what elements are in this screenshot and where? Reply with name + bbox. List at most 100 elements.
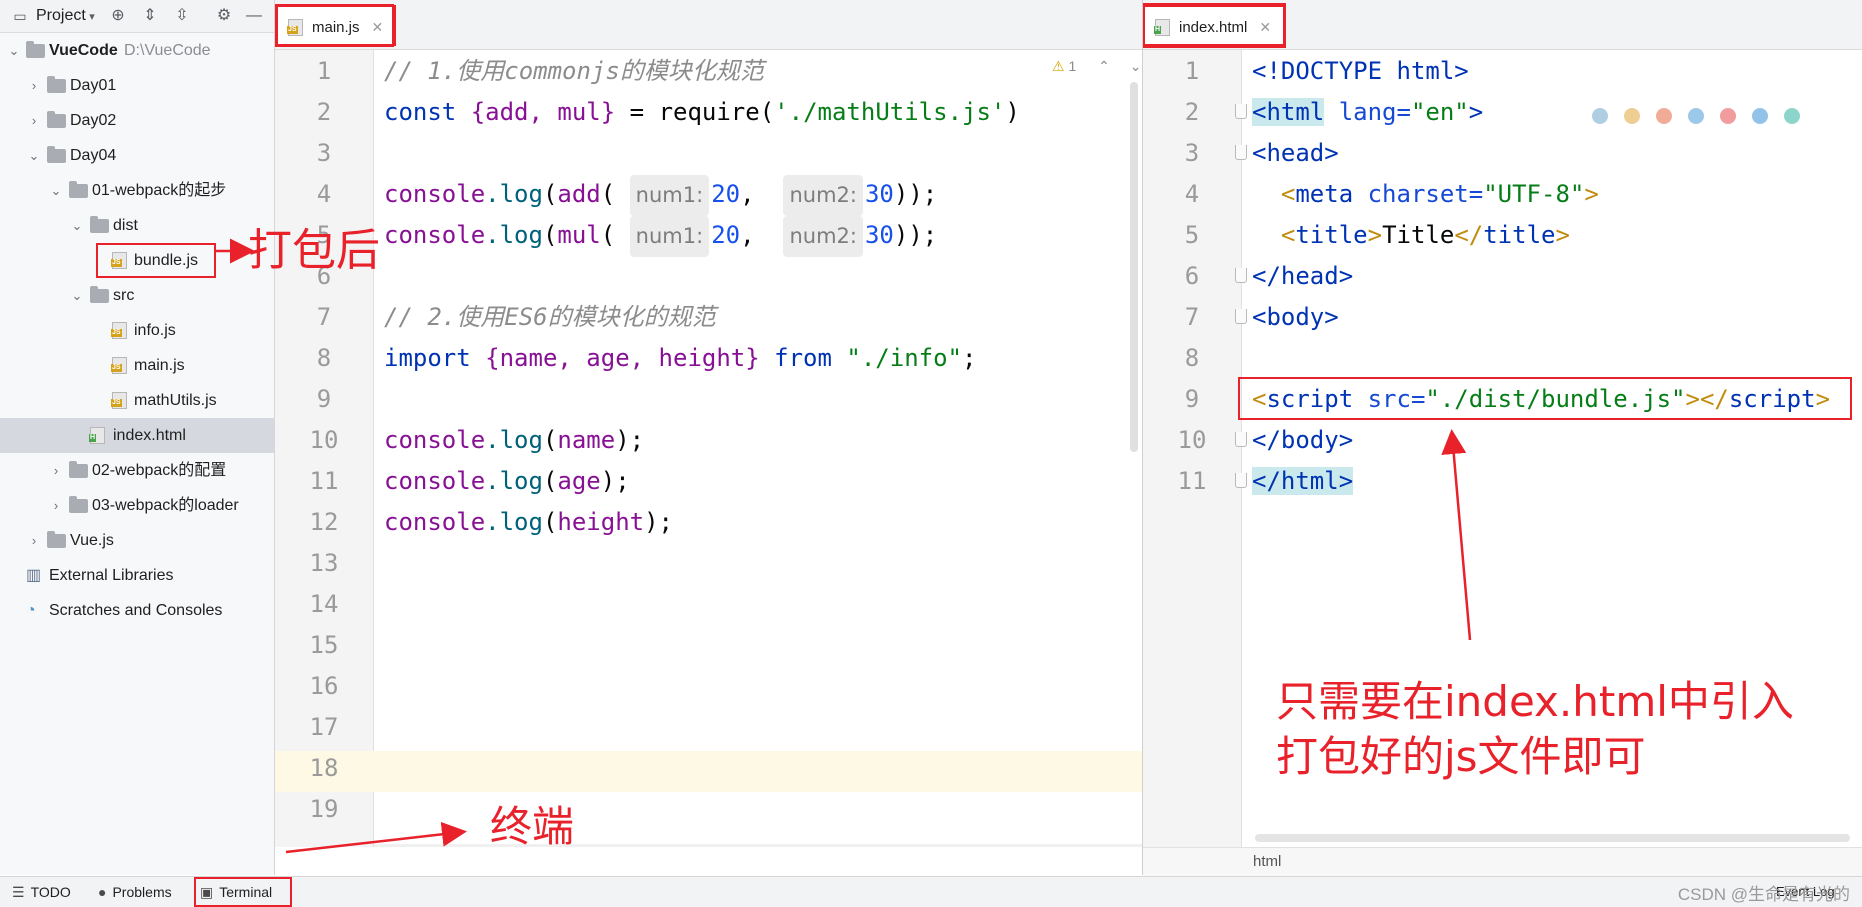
line-number: 2 bbox=[1184, 98, 1200, 126]
line-number: 11 bbox=[1177, 467, 1207, 495]
line-number: 9 bbox=[1184, 385, 1200, 413]
tree-item-webpack-config[interactable]: › 02-webpack的配置 bbox=[0, 453, 274, 488]
chevron-down-icon[interactable]: ⌄ bbox=[70, 278, 84, 313]
chevron-right-icon[interactable]: › bbox=[27, 68, 41, 103]
terminal-tool-button[interactable]: ▣ Terminal bbox=[194, 877, 292, 907]
tree-item-label: 02-webpack的配置 bbox=[92, 462, 227, 479]
line-number: 13 bbox=[309, 549, 339, 577]
tree-item-label: Day01 bbox=[70, 77, 117, 94]
html-line-2: <html lang="en"> bbox=[1252, 98, 1484, 126]
tree-item-index-html[interactable]: H index.html bbox=[0, 418, 274, 453]
project-view-icon[interactable]: ▭ bbox=[10, 6, 30, 26]
line-number: 4 bbox=[1184, 180, 1200, 208]
line-number: 7 bbox=[316, 303, 332, 331]
chrome-icon[interactable] bbox=[1624, 108, 1640, 124]
opera-icon[interactable] bbox=[1720, 108, 1736, 124]
horizontal-scrollbar[interactable] bbox=[1255, 834, 1850, 842]
fold-marker-icon[interactable] bbox=[1235, 473, 1247, 488]
chevron-right-icon[interactable]: › bbox=[27, 103, 41, 138]
code-line-8: import {name, age, height} from "./info"… bbox=[384, 344, 977, 372]
breadcrumb[interactable]: html bbox=[1253, 853, 1281, 870]
tree-item-label: info.js bbox=[134, 322, 176, 339]
chevron-down-icon[interactable]: ⌄ bbox=[70, 208, 84, 243]
tree-item-day04[interactable]: ⌄ Day04 bbox=[0, 138, 274, 173]
chevron-down-icon[interactable]: ⌄ bbox=[7, 33, 21, 68]
chevron-right-icon[interactable]: › bbox=[49, 488, 63, 523]
tree-item-day01[interactable]: › Day01 bbox=[0, 68, 274, 103]
code-line-10: console.log(name); bbox=[384, 426, 645, 454]
next-highlight-icon[interactable]: ⌄ bbox=[1130, 58, 1142, 74]
annotation-box-script-tag bbox=[1238, 377, 1852, 420]
firefox-icon[interactable] bbox=[1656, 108, 1672, 124]
chevron-down-icon[interactable]: ▾ bbox=[82, 7, 102, 27]
line-number: 7 bbox=[1184, 303, 1200, 331]
tree-item-mathutils-js[interactable]: JS mathUtils.js bbox=[0, 383, 274, 418]
collapse-all-icon[interactable]: ⇳ bbox=[172, 6, 192, 26]
folder-icon bbox=[47, 531, 66, 548]
tree-item-vue-js[interactable]: › Vue.js bbox=[0, 523, 274, 558]
folder-icon bbox=[47, 111, 66, 128]
tree-item-webpack-loader[interactable]: › 03-webpack的loader bbox=[0, 488, 274, 523]
tree-item-path: D:\VueCode bbox=[124, 42, 211, 59]
fold-marker-icon[interactable] bbox=[1235, 309, 1247, 324]
project-view-selector[interactable]: Project bbox=[36, 7, 86, 25]
watermark: CSDN @生命是有光的 bbox=[1677, 885, 1850, 904]
fold-marker-icon[interactable] bbox=[1235, 104, 1247, 119]
line-number: 4 bbox=[316, 180, 332, 208]
tree-item-label: dist bbox=[113, 217, 138, 234]
html-line-7: <body> bbox=[1252, 303, 1339, 331]
code-line-5: console.log(mul( num1: 20, num2: 30)); bbox=[384, 215, 937, 257]
problems-tool-button[interactable]: ● Problems bbox=[98, 877, 172, 907]
js-file-icon: JS bbox=[111, 322, 127, 339]
builtin-preview-icon[interactable] bbox=[1592, 108, 1608, 124]
js-file-icon: JS bbox=[111, 357, 127, 374]
chevron-right-icon[interactable]: › bbox=[49, 453, 63, 488]
tree-item-label: src bbox=[113, 287, 135, 304]
line-number: 16 bbox=[309, 672, 339, 700]
tree-item-day02[interactable]: › Day02 bbox=[0, 103, 274, 138]
tree-item-info-js[interactable]: JS info.js bbox=[0, 313, 274, 348]
fold-marker-icon[interactable] bbox=[1235, 432, 1247, 447]
gear-icon[interactable]: ⚙ bbox=[214, 6, 234, 26]
tree-item-webpack-start[interactable]: ⌄ 01-webpack的起步 bbox=[0, 173, 274, 208]
previous-highlight-icon[interactable]: ⌃ bbox=[1098, 58, 1110, 74]
html-line-6: </head> bbox=[1252, 262, 1354, 290]
problems-icon: ● bbox=[98, 884, 107, 900]
line-number: 6 bbox=[1184, 262, 1200, 290]
fold-marker-icon[interactable] bbox=[1235, 145, 1247, 160]
tree-item-main-js[interactable]: JS main.js bbox=[0, 348, 274, 383]
chevron-down-icon[interactable]: ⌄ bbox=[27, 138, 41, 173]
todo-tool-button[interactable]: ☰ TODO bbox=[12, 877, 71, 907]
chevron-right-icon[interactable]: › bbox=[27, 523, 41, 558]
tree-item-scratches[interactable]: ◔ Scratches and Consoles bbox=[0, 593, 274, 628]
safari-icon[interactable] bbox=[1688, 108, 1704, 124]
line-number: 15 bbox=[309, 631, 339, 659]
code-line-12: console.log(height); bbox=[384, 508, 674, 536]
line-number: 5 bbox=[1184, 221, 1200, 249]
tree-item-src[interactable]: ⌄ src bbox=[0, 278, 274, 313]
html-line-11: </html> bbox=[1252, 467, 1354, 495]
tree-item-dist[interactable]: ⌄ dist bbox=[0, 208, 274, 243]
chevron-down-icon[interactable]: ⌄ bbox=[49, 173, 63, 208]
line-number: 19 bbox=[309, 795, 339, 823]
folder-icon bbox=[26, 41, 45, 58]
html-line-3: <head> bbox=[1252, 139, 1339, 167]
library-icon: ▥ bbox=[26, 567, 42, 584]
left-editor-tabbar: JS main.js ✕ bbox=[275, 0, 1142, 50]
fold-marker-icon[interactable] bbox=[1235, 268, 1247, 283]
tree-item-label: Vue.js bbox=[70, 532, 114, 549]
ie-icon[interactable] bbox=[1752, 108, 1768, 124]
folder-icon bbox=[69, 461, 88, 478]
vertical-scrollbar[interactable] bbox=[1130, 82, 1138, 452]
locate-icon[interactable]: ⊕ bbox=[108, 6, 128, 26]
annotation-terminal: 终端 bbox=[490, 802, 575, 851]
edge-icon[interactable] bbox=[1784, 108, 1800, 124]
expand-all-icon[interactable]: ⇕ bbox=[140, 6, 160, 26]
tree-item-external-libraries[interactable]: ▥ External Libraries bbox=[0, 558, 274, 593]
tree-item-label: Day04 bbox=[70, 147, 117, 164]
hide-icon[interactable]: — bbox=[244, 6, 264, 26]
tree-item-vuecode[interactable]: ⌄ VueCode D:\VueCode bbox=[0, 33, 274, 68]
annotation-after-pack: 打包后 bbox=[248, 225, 380, 276]
warning-icon: ⚠ bbox=[1052, 58, 1065, 74]
inspection-widget[interactable]: ⚠ 1 ⌃ ⌄ bbox=[1052, 58, 1142, 75]
